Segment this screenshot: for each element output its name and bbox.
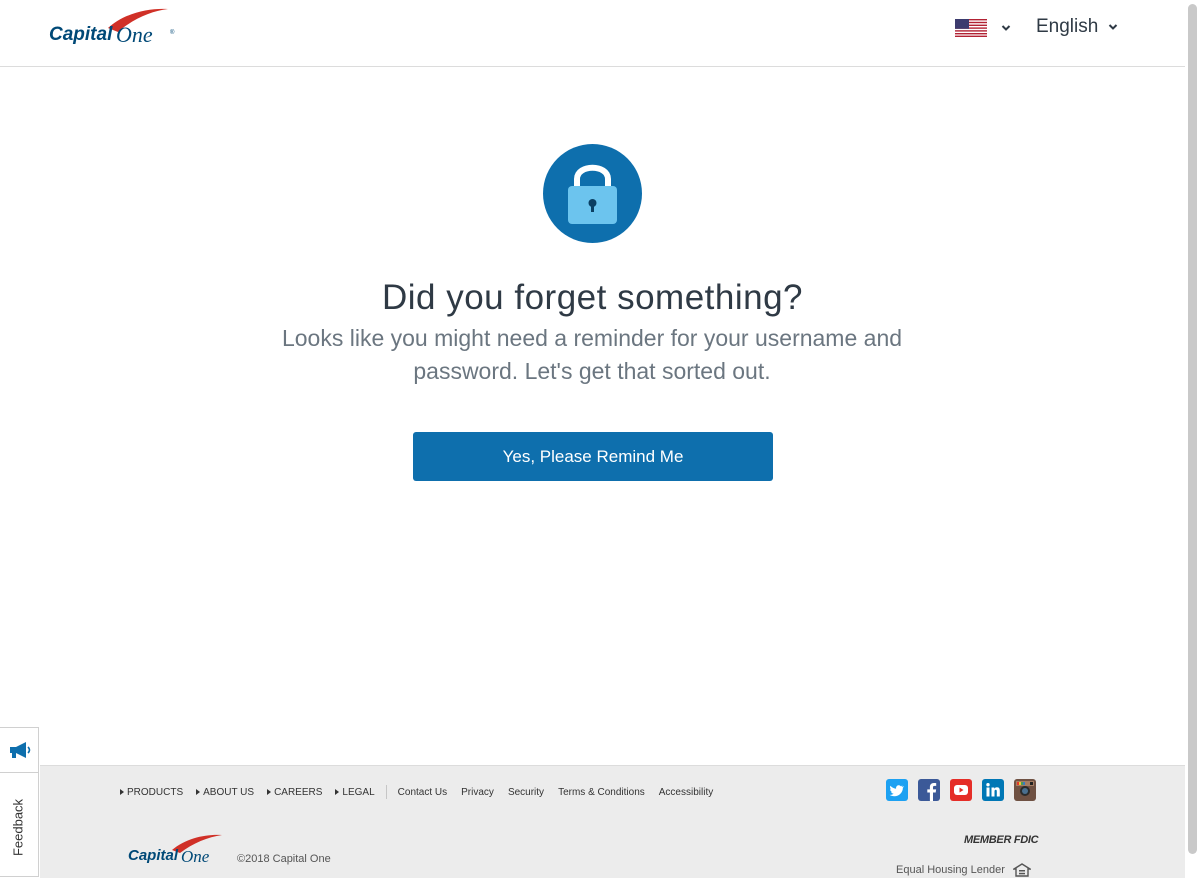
footer-divider <box>385 785 387 799</box>
instagram-icon[interactable] <box>1014 779 1036 801</box>
footer-nav-label: ABOUT US <box>203 786 255 798</box>
lock-icon <box>543 144 642 243</box>
footer-nav: PRODUCTS ABOUT US CAREERS LEGAL Contact … <box>120 785 727 799</box>
svg-text:®: ® <box>170 29 175 36</box>
megaphone-icon[interactable] <box>8 740 32 760</box>
footer-capital-one-logo[interactable]: Capital One <box>128 834 226 870</box>
remind-me-button[interactable]: Yes, Please Remind Me <box>413 432 773 481</box>
footer-nav-careers[interactable]: CAREERS <box>267 787 322 798</box>
caret-right-icon <box>267 789 272 795</box>
language-selector[interactable]: English <box>1036 16 1118 38</box>
scrollbar-thumb[interactable] <box>1188 4 1197 854</box>
copyright-text: ©2018 Capital One <box>237 853 331 865</box>
svg-text:Capital: Capital <box>49 24 113 45</box>
caret-right-icon <box>120 789 124 795</box>
member-fdic: MEMBER FDIC <box>964 834 1039 846</box>
site-footer: PRODUCTS ABOUT US CAREERS LEGAL Contact … <box>40 765 1185 878</box>
caret-right-icon <box>196 789 201 795</box>
linkedin-icon[interactable] <box>982 779 1004 801</box>
country-selector[interactable] <box>955 19 1011 37</box>
footer-nav-label: LEGAL <box>342 786 375 798</box>
equal-housing-label: Equal Housing Lender <box>896 864 1005 876</box>
svg-text:Capital: Capital <box>128 847 179 864</box>
facebook-icon[interactable] <box>918 779 940 801</box>
equal-housing-icon <box>1012 863 1031 877</box>
feedback-label[interactable]: Feedback <box>11 788 26 868</box>
footer-nav-label: PRODUCTS <box>127 786 184 798</box>
social-links <box>886 779 1036 801</box>
footer-nav-products[interactable]: PRODUCTS <box>120 787 183 798</box>
caret-right-icon <box>335 789 340 795</box>
footer-nav-legal[interactable]: LEGAL <box>335 786 375 798</box>
us-flag-icon <box>955 19 987 37</box>
equal-housing-lender: Equal Housing Lender <box>896 863 1031 877</box>
svg-text:One: One <box>116 22 153 47</box>
footer-link-privacy[interactable]: Privacy <box>461 787 494 798</box>
page-subtitle: Looks like you might need a reminder for… <box>281 325 903 384</box>
youtube-icon[interactable] <box>950 779 972 801</box>
footer-nav-about-us[interactable]: ABOUT US <box>196 787 254 798</box>
page-title: Did you forget something? <box>381 278 804 317</box>
feedback-tab[interactable]: Feedback <box>0 727 39 877</box>
site-header: Capital One ® English <box>0 0 1185 67</box>
chevron-down-icon <box>1109 24 1118 30</box>
footer-link-terms[interactable]: Terms & Conditions <box>558 787 645 798</box>
capital-one-logo[interactable]: Capital One ® <box>48 8 178 54</box>
chevron-down-icon <box>1001 25 1011 31</box>
twitter-icon[interactable] <box>886 779 908 801</box>
footer-link-security[interactable]: Security <box>508 787 544 798</box>
footer-link-accessibility[interactable]: Accessibility <box>659 787 713 798</box>
language-label: English <box>1036 16 1099 37</box>
footer-nav-label: CAREERS <box>274 786 323 798</box>
footer-link-contact-us[interactable]: Contact Us <box>398 787 447 798</box>
feedback-divider <box>0 772 38 773</box>
svg-text:One: One <box>181 847 210 866</box>
